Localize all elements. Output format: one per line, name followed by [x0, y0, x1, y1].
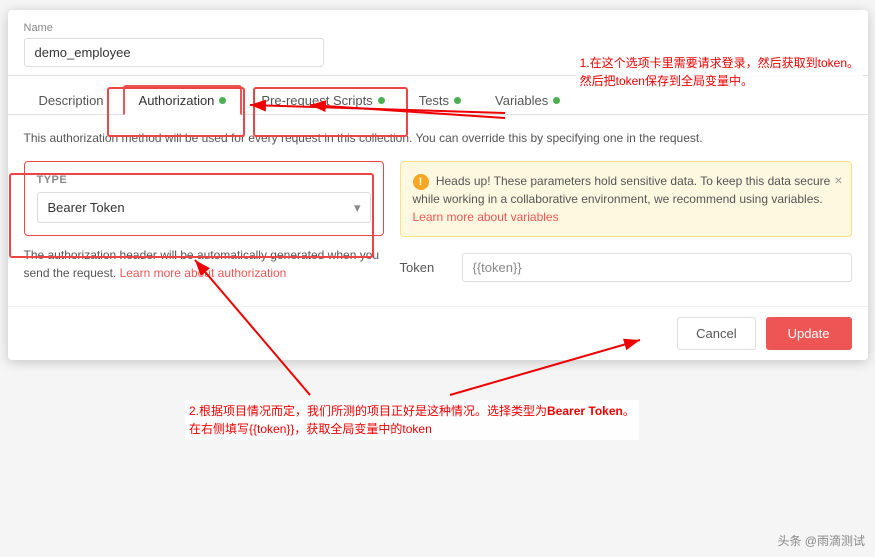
learn-more-variables-link[interactable]: Learn more about variables [413, 210, 559, 224]
tab-variables-label: Variables [495, 93, 548, 108]
authorization-dot [219, 97, 226, 104]
warning-icon: ! [413, 174, 429, 190]
warning-close-button[interactable]: × [834, 170, 842, 191]
tab-variables[interactable]: Variables [480, 86, 575, 115]
token-row: Token [400, 253, 852, 282]
cancel-button[interactable]: Cancel [677, 317, 755, 350]
tab-description-label: Description [39, 93, 104, 108]
tab-authorization[interactable]: Authorization [123, 85, 243, 115]
left-panel: TYPE Bearer Token Basic Auth No Auth OAu… [24, 161, 384, 282]
warning-box: ! Heads up! These parameters hold sensit… [400, 161, 852, 237]
warning-text: Heads up! These parameters hold sensitiv… [413, 174, 831, 206]
tab-tests[interactable]: Tests [404, 86, 476, 115]
update-button[interactable]: Update [766, 317, 852, 350]
modal-container: Name Description Authorization Pre-reque… [8, 10, 868, 360]
token-label: Token [400, 260, 450, 275]
tests-dot [454, 97, 461, 104]
tab-description[interactable]: Description [24, 86, 119, 115]
right-panel: ! Heads up! These parameters hold sensit… [400, 161, 852, 282]
description-text: This authorization method will be used f… [24, 129, 852, 147]
variables-dot [553, 97, 560, 104]
learn-more-link[interactable]: Learn more about authorization [120, 266, 287, 280]
tab-tests-label: Tests [419, 93, 449, 108]
modal-header: Name [8, 10, 868, 76]
tab-bar: Description Authorization Pre-request Sc… [8, 76, 868, 115]
watermark: 头条 @雨滴测试 [777, 532, 865, 549]
modal-body: This authorization method will be used f… [8, 115, 868, 296]
name-input[interactable] [24, 38, 324, 67]
type-box: TYPE Bearer Token Basic Auth No Auth OAu… [24, 161, 384, 236]
auth-note: The authorization header will be automat… [24, 246, 384, 282]
tab-pre-request-label: Pre-request Scripts [261, 93, 372, 108]
modal-footer: Cancel Update [8, 306, 868, 360]
content-area: TYPE Bearer Token Basic Auth No Auth OAu… [24, 161, 852, 282]
tab-authorization-label: Authorization [139, 93, 215, 108]
type-select-wrapper: Bearer Token Basic Auth No Auth OAuth 1.… [37, 192, 371, 223]
type-select[interactable]: Bearer Token Basic Auth No Auth OAuth 1.… [37, 192, 371, 223]
tab-pre-request[interactable]: Pre-request Scripts [246, 86, 399, 115]
annotation-note2: 2.根据项目情况而定，我们所测的项目正好是这种情况。选择类型为Bearer To… [185, 400, 639, 440]
token-input[interactable] [462, 253, 852, 282]
pre-request-dot [378, 97, 385, 104]
type-label: TYPE [37, 174, 371, 186]
name-label: Name [24, 22, 852, 34]
